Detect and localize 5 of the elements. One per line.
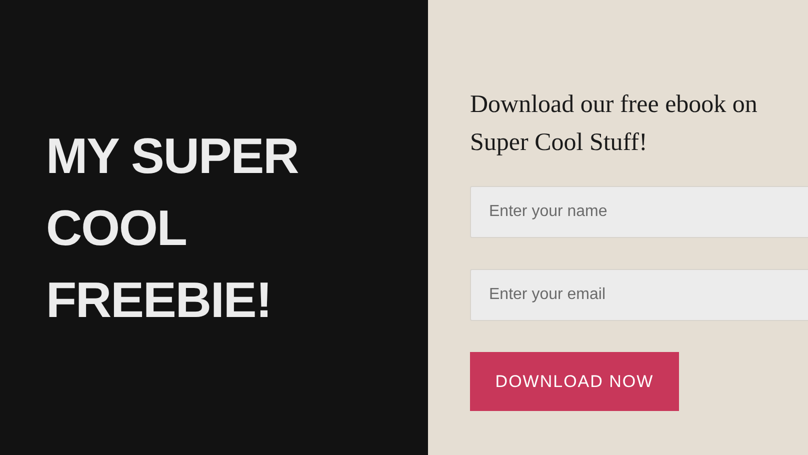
download-button[interactable]: DOWNLOAD NOW <box>470 352 679 411</box>
input-field[interactable]: Enter your name <box>470 186 808 238</box>
input-field[interactable]: Enter your email <box>470 269 808 321</box>
form-heading: Download our free ebook on Super Cool Stuff! <box>470 90 758 158</box>
hero-title: MY SUPER COOL FREEBIE! <box>46 126 300 330</box>
